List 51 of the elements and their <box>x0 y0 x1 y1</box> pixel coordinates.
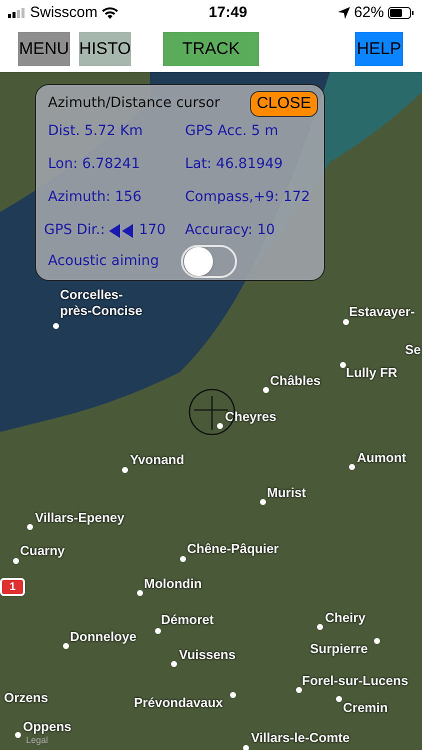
battery-percent-text: 62% <box>354 2 384 23</box>
toolbar-button[interactable]: MENU <box>18 32 70 66</box>
carrier-text: Swisscom <box>30 2 98 23</box>
place-label[interactable]: Se <box>405 342 421 358</box>
toggle-label: Acoustic aiming <box>48 252 160 271</box>
readout-text: Dist. 5.72 Km <box>48 122 144 141</box>
place-label[interactable]: Lully FR <box>346 365 398 381</box>
toolbar-button[interactable]: HISTO <box>79 32 131 66</box>
road-shield: 1 <box>0 578 25 596</box>
place-label[interactable]: Molondin <box>144 576 202 592</box>
place-label[interactable]: Cuarny <box>20 543 65 559</box>
readout-text: Azimuth: 156 <box>48 188 143 207</box>
place-label[interactable]: Cremin <box>343 700 388 716</box>
readout-text: Compass,+9: 172 <box>185 188 310 207</box>
place-label[interactable]: Oppens <box>23 719 72 735</box>
toolbar-button[interactable]: TRACK <box>163 32 259 66</box>
place-label[interactable]: Orzens <box>4 690 48 706</box>
panel-title: Azimuth/Distance cursor <box>48 94 220 113</box>
place-label[interactable]: Vuissens <box>179 647 236 663</box>
toolbar-button[interactable]: HELP <box>355 32 403 66</box>
satellite-map[interactable] <box>0 72 422 750</box>
acoustic-aiming-switch[interactable] <box>181 245 237 278</box>
direction-arrows-icon <box>108 224 135 238</box>
place-label[interactable]: Forel-sur-Lucens <box>302 673 408 689</box>
place-label[interactable]: Prévondavaux <box>134 695 223 711</box>
place-label[interactable]: Aumont <box>357 450 406 466</box>
place-label[interactable]: Murist <box>267 485 306 501</box>
readout-text: Lon: 6.78241 <box>48 155 142 174</box>
time-text: 17:49 <box>208 2 248 23</box>
close-button[interactable]: CLOSE <box>250 91 318 117</box>
signal-icon <box>8 8 26 18</box>
readout-text: GPS Acc. 5 m <box>185 122 278 141</box>
readout-text: 170 <box>138 221 166 240</box>
place-label[interactable]: Surpierre <box>310 641 368 657</box>
place-label[interactable]: Villars-le-Comte <box>251 730 350 746</box>
place-label[interactable]: Châbles <box>270 373 321 389</box>
place-label[interactable]: Chêne-Pâquier <box>187 541 279 557</box>
place-label[interactable]: Donneloye <box>70 629 136 645</box>
place-label[interactable]: Villars-Epeney <box>35 510 124 526</box>
readout-text: GPS Dir.: <box>44 221 105 240</box>
wifi-icon <box>102 7 118 19</box>
battery-icon <box>388 7 414 19</box>
readout-text: Lat: 46.81949 <box>185 155 283 174</box>
place-label[interactable]: Cheyres <box>225 409 276 425</box>
place-label[interactable]: Cheiry <box>325 610 366 626</box>
place-label[interactable]: Yvonand <box>130 452 184 468</box>
place-label[interactable]: Estavayer- <box>349 304 415 320</box>
place-label[interactable]: Corcelles-près-Concise <box>60 287 145 319</box>
readout-text: Accuracy: 10 <box>185 221 275 240</box>
location-arrow-icon <box>338 7 350 19</box>
place-label[interactable]: Démoret <box>161 612 214 628</box>
